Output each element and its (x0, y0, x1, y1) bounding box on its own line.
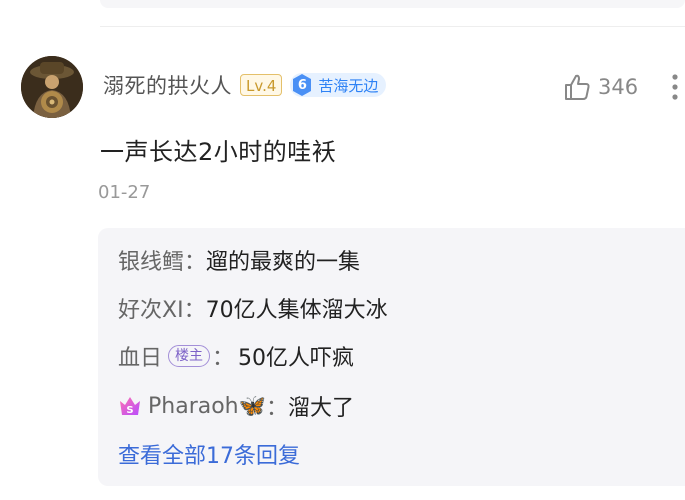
like-count: 346 (598, 75, 639, 99)
reply-item[interactable]: 银线鳕 ： 遛的最爽的一集 (118, 244, 360, 276)
reply-item[interactable]: 血日 楼主 ： 50亿人吓疯 (118, 340, 354, 372)
reply-author[interactable]: 银线鳕 (118, 244, 184, 276)
reply-item[interactable]: S Pharaoh🦋 ： 溜大了 (118, 390, 354, 422)
comment-text: 一声长达2小时的哇袄 (100, 138, 337, 166)
reply-author[interactable]: Pharaoh🦋 (148, 394, 266, 419)
comment-header: 溺死的拱火人 Lv.4 6 苦海无边 (103, 68, 387, 102)
reply-text: 50亿人吓疯 (238, 346, 355, 371)
reply-author[interactable]: 好次XI (118, 292, 184, 324)
reply-text: 遛的最爽的一集 (206, 250, 361, 275)
reply-text: 溜大了 (288, 396, 355, 421)
reply-item[interactable]: 好次XI ： 70亿人集体溜大冰 (118, 292, 388, 324)
like-button[interactable]: 346 (562, 70, 638, 104)
vip-crown-icon: S (120, 397, 140, 416)
fan-level-icon: 6 (290, 73, 314, 97)
op-badge: 楼主 (168, 345, 211, 367)
fan-badge-name: 苦海无边 (318, 76, 379, 95)
fan-badge[interactable]: 6 苦海无边 (290, 73, 387, 97)
previous-comment-card (100, 0, 685, 8)
thumbs-up-icon (565, 74, 590, 100)
view-all-replies-link[interactable]: 查看全部17条回复 (118, 438, 300, 470)
reply-text: 70亿人集体溜大冰 (205, 298, 388, 323)
level-badge: Lv.4 (240, 74, 283, 96)
comment-date: 01-27 (98, 182, 151, 203)
username[interactable]: 溺死的拱火人 (103, 70, 232, 100)
reply-author[interactable]: 血日 (118, 340, 162, 372)
avatar[interactable] (21, 56, 83, 118)
more-options-icon[interactable] (672, 74, 678, 100)
svg-text:S: S (126, 405, 133, 416)
replies-box[interactable]: 银线鳕 ： 遛的最爽的一集 好次XI ： 70亿人集体溜大冰 血日 楼主 ： 5… (98, 228, 685, 486)
divider (100, 26, 685, 27)
